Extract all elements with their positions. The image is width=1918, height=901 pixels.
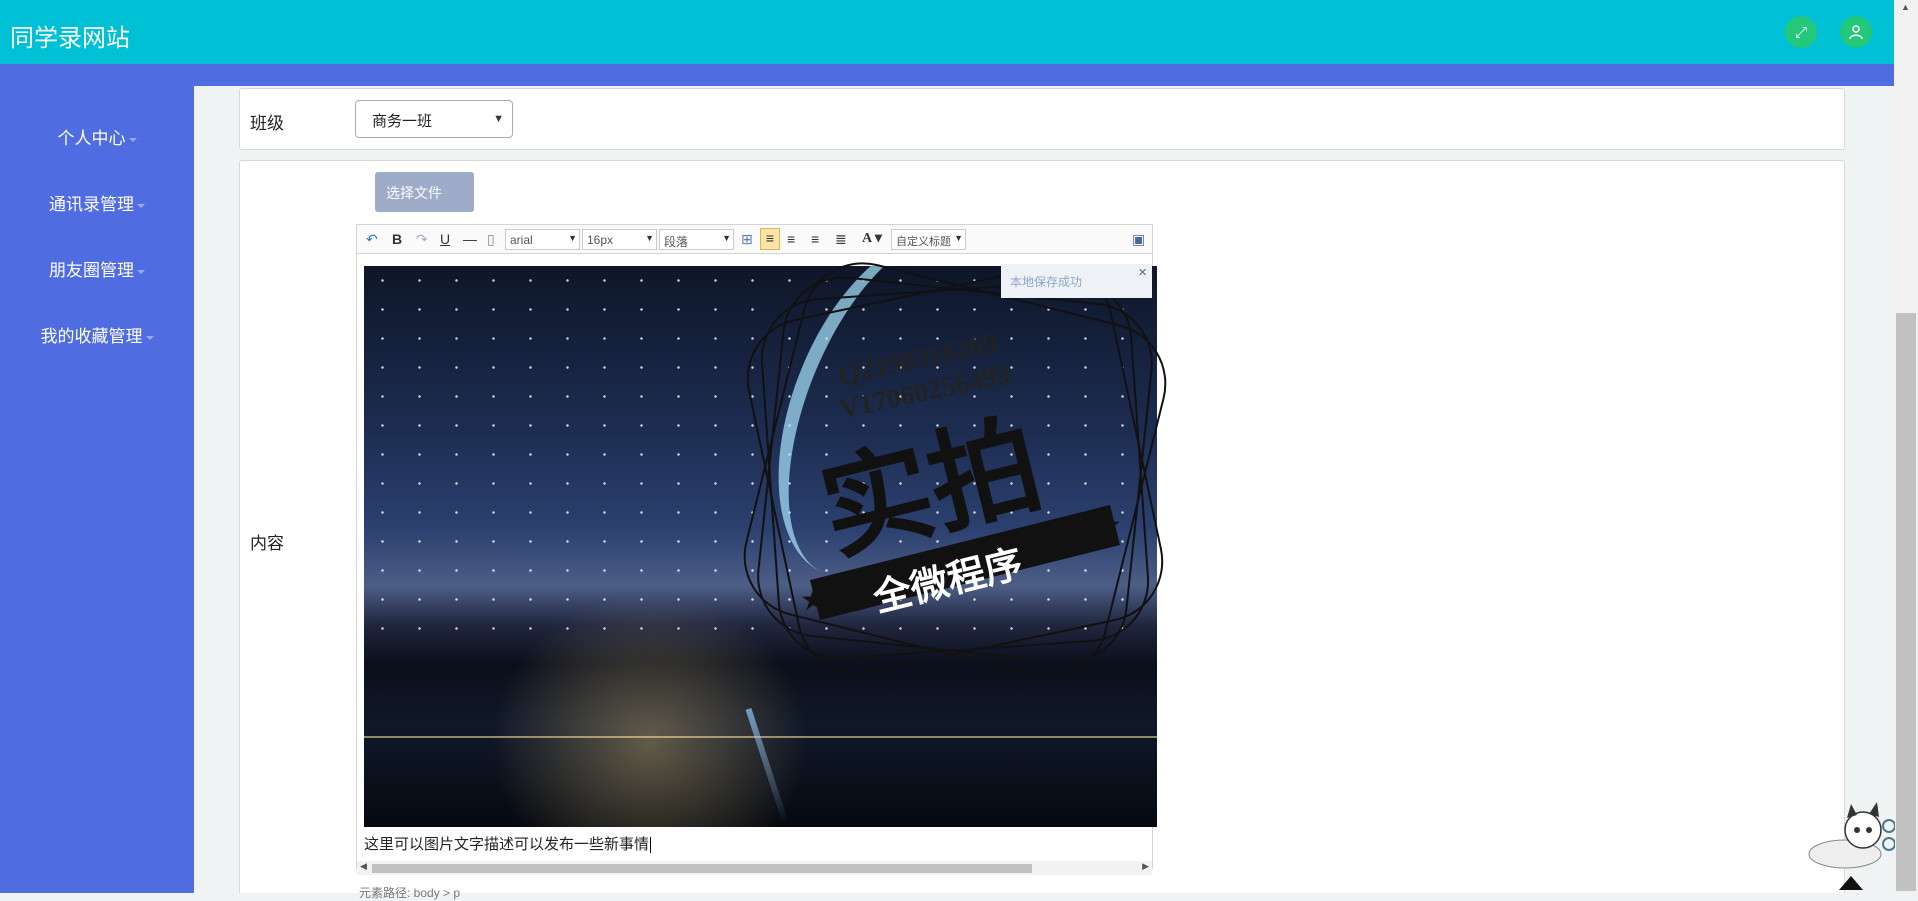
class-label: 班级 (250, 114, 284, 133)
sidebar-item-contacts[interactable]: 通讯录管理 (0, 190, 194, 215)
toast-message: 本地保存成功 (1010, 275, 1083, 289)
local-save-toast: 本地保存成功 × (1001, 264, 1152, 298)
user-icon (1849, 25, 1863, 40)
chevron-down-icon (137, 269, 145, 274)
chevron-down-icon: ▼ (568, 233, 577, 243)
undo-icon[interactable]: ↶ (366, 230, 378, 248)
sidebar-item-label: 我的收藏管理 (40, 327, 143, 346)
caption-text: 这里可以图片文字描述可以发布一些新事情 (364, 836, 650, 853)
star-icon: ★ (800, 584, 827, 617)
align-justify-icon[interactable]: ≣ (835, 230, 847, 248)
top-header: 同学录网站 ⤢ (0, 0, 1894, 64)
chevron-down-icon (145, 335, 154, 340)
scrollbar-thumb[interactable] (372, 864, 1032, 873)
scroll-left-icon[interactable]: ◀ (360, 861, 367, 872)
bold-icon[interactable]: B (392, 230, 402, 248)
cat-mascot[interactable] (1805, 802, 1895, 872)
blank-page-icon[interactable]: ▯ (487, 230, 495, 248)
redo-icon[interactable]: ↷ (416, 230, 428, 248)
content-label: 内容 (250, 534, 284, 553)
scrollbar-thumb[interactable] (1896, 313, 1916, 891)
fullscreen-button[interactable]: ⤢ (1785, 16, 1817, 48)
align-right-icon[interactable]: ≡ (787, 230, 795, 248)
sidebar-item-personal-center[interactable]: 个人中心 (0, 124, 194, 149)
user-button[interactable] (1840, 16, 1872, 48)
font-family-value: arial (510, 233, 533, 247)
align-left-icon[interactable]: ≡ (760, 228, 780, 250)
sidebar-item-label: 通讯录管理 (49, 195, 134, 214)
align-center-icon[interactable]: ≡ (811, 230, 819, 248)
sidebar: 个人中心 通讯录管理 朋友圈管理 我的收藏管理 (0, 86, 194, 893)
close-icon[interactable]: × (1138, 264, 1147, 281)
chevron-down-icon: ▼ (954, 233, 963, 243)
table-icon[interactable]: ⊞ (741, 230, 753, 248)
watermark-stamp: Q2196316269 V17060256499 实拍 全微程序 ★ ★ (743, 262, 1167, 678)
horizontal-rule-icon[interactable]: — (463, 230, 477, 248)
sidebar-item-moments[interactable]: 朋友圈管理 (0, 256, 194, 281)
paragraph-select[interactable]: 段落 ▼ (659, 229, 734, 250)
font-size-value: 16px (587, 233, 614, 247)
light-beam (745, 708, 789, 824)
sidebar-item-label: 朋友圈管理 (49, 261, 134, 280)
paragraph-value: 段落 (664, 235, 689, 249)
chevron-down-icon: ▼ (722, 233, 731, 243)
star-icon: ★ (1095, 509, 1122, 542)
choose-file-button[interactable]: 选择文件 (375, 172, 474, 212)
chevron-down-icon (128, 137, 137, 142)
preview-icon[interactable]: ▣ (1132, 230, 1145, 248)
class-select[interactable]: 商务一班 ▼ (355, 100, 513, 138)
editor-horizontal-scrollbar[interactable]: ◀ ▶ (357, 861, 1152, 875)
editor-caption[interactable]: 这里可以图片文字描述可以发布一些新事情 (364, 833, 652, 854)
back-to-top-icon[interactable] (1839, 876, 1863, 890)
chevron-down-icon: ▼ (493, 113, 504, 125)
custom-title-value: 自定义标题 (896, 236, 951, 248)
custom-title-select[interactable]: 自定义标题 ▼ (891, 229, 966, 250)
underline-icon[interactable]: U (440, 230, 450, 248)
scroll-right-icon[interactable]: ▶ (1142, 861, 1149, 872)
font-family-select[interactable]: arial ▼ (505, 229, 580, 250)
page-vertical-scrollbar[interactable]: ▲ (1894, 0, 1918, 893)
font-size-select[interactable]: 16px ▼ (582, 229, 657, 250)
header-subbar (0, 64, 1894, 86)
expand-icon: ⤢ (1794, 23, 1807, 41)
scroll-up-icon[interactable]: ▲ (1901, 2, 1910, 12)
class-select-value: 商务一班 (372, 113, 433, 130)
font-color-icon[interactable]: A ▾ (862, 230, 882, 248)
chevron-down-icon (137, 203, 145, 208)
text-cursor (650, 837, 652, 854)
chevron-down-icon: ▼ (645, 233, 654, 243)
site-title: 同学录网站 (10, 25, 130, 52)
sidebar-item-label: 个人中心 (57, 129, 126, 148)
sidebar-item-favorites[interactable]: 我的收藏管理 (0, 322, 194, 347)
